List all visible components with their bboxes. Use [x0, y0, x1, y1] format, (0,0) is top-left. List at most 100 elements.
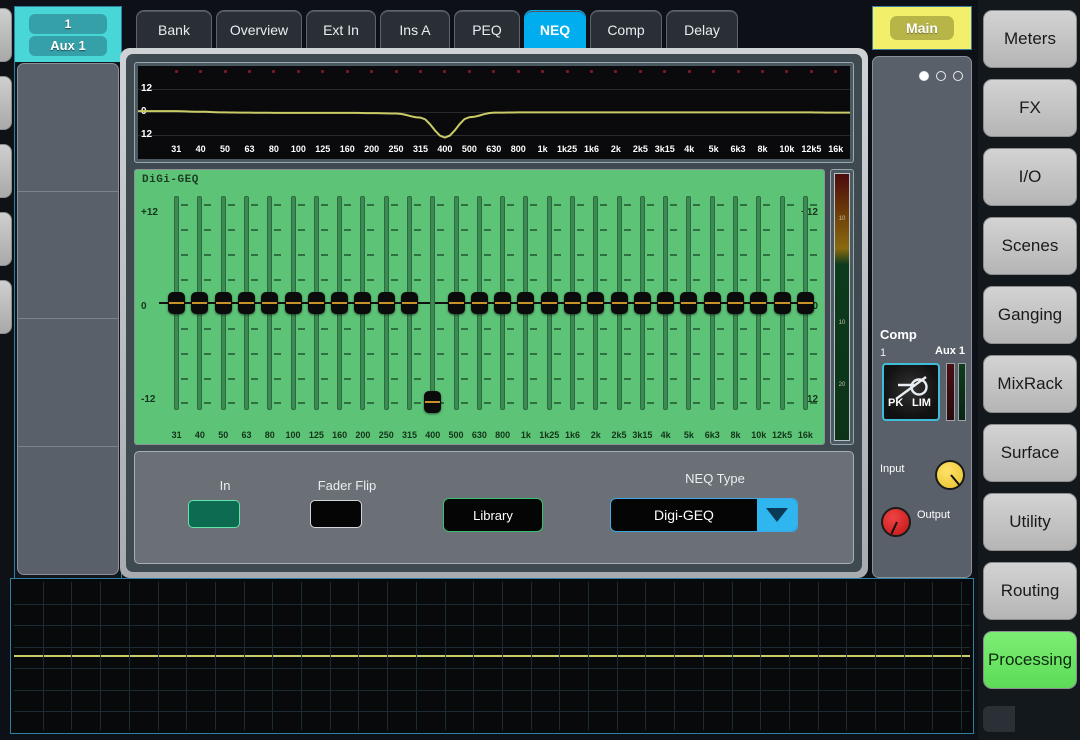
- geq-fader-cap-6k3[interactable]: [703, 292, 721, 315]
- eq-band-dot-100[interactable]: [296, 70, 300, 73]
- eq-band-dot-31[interactable]: [174, 70, 178, 73]
- geq-fader-cap-63[interactable]: [238, 292, 255, 315]
- geq-fader-cap-800[interactable]: [494, 292, 512, 315]
- geq-fader-200[interactable]: [354, 196, 375, 411]
- sidebar-item-utility[interactable]: Utility: [983, 493, 1077, 551]
- sidebar-item-meters[interactable]: Meters: [983, 10, 1077, 68]
- geq-fader-8k[interactable]: [727, 196, 747, 411]
- eq-band-dot-6k3[interactable]: [736, 70, 740, 73]
- geq-fader-4k[interactable]: [657, 196, 678, 411]
- eq-band-dot-125[interactable]: [321, 70, 325, 73]
- eq-band-dot-8k[interactable]: [761, 70, 764, 73]
- geq-fader-10k[interactable]: [750, 196, 771, 411]
- channel-section-4[interactable]: [18, 447, 118, 575]
- eq-band-dot-1k[interactable]: [541, 70, 545, 73]
- geq-fader-1k25[interactable]: [540, 196, 561, 411]
- geq-fader-cap-160[interactable]: [331, 292, 349, 315]
- geq-fader-cap-315[interactable]: [401, 292, 418, 315]
- eq-band-dot-12k5[interactable]: [809, 70, 813, 73]
- geq-fader-cap-1k[interactable]: [517, 292, 535, 315]
- sidebar-item-ganging[interactable]: Ganging: [983, 286, 1077, 344]
- geq-fader-31[interactable]: [168, 196, 189, 411]
- geq-fader-315[interactable]: [401, 196, 421, 411]
- geq-fader-cap-2k5[interactable]: [610, 292, 628, 315]
- geq-fader-cap-100[interactable]: [284, 292, 302, 315]
- in-button[interactable]: [188, 500, 240, 528]
- channel-strip-body[interactable]: [17, 63, 119, 575]
- eq-response-plot[interactable]: 12 0 12 31 40 50 63 80 100 125 160 200 250 315 400 5…: [138, 66, 850, 160]
- geq-fader-cap-4k[interactable]: [657, 292, 675, 315]
- tab-overview[interactable]: Overview: [216, 10, 302, 48]
- eq-response-display[interactable]: 12 0 12 31 40 50 63 80 100 125 160 200 250 315 400 5…: [134, 62, 854, 164]
- geq-fader-800[interactable]: [494, 196, 515, 411]
- eq-band-dot-500[interactable]: [467, 70, 471, 73]
- geq-fader-cap-8k[interactable]: [727, 292, 744, 315]
- sidebar-item-routing[interactable]: Routing: [983, 562, 1077, 620]
- channel-section-1[interactable]: [18, 64, 118, 192]
- sidebar-stub[interactable]: [983, 706, 1015, 732]
- sidebar-item-surface[interactable]: Surface: [983, 424, 1077, 482]
- geq-fader-cap-80[interactable]: [261, 292, 279, 315]
- eq-band-dot-200[interactable]: [370, 70, 374, 73]
- eq-band-dot-800[interactable]: [516, 70, 520, 73]
- geq-fader-80[interactable]: [261, 196, 282, 411]
- fader-flip-button[interactable]: [310, 500, 362, 528]
- comp-input-knob[interactable]: [935, 460, 965, 490]
- geq-fader-250[interactable]: [377, 196, 398, 411]
- channel-header[interactable]: 1 Aux 1: [15, 7, 121, 62]
- geq-fader-cap-125[interactable]: [307, 292, 325, 315]
- tab-delay[interactable]: Delay: [666, 10, 738, 48]
- edge-button-3[interactable]: [0, 144, 12, 198]
- neq-type-dropdown[interactable]: Digi-GEQ: [610, 498, 798, 532]
- library-button[interactable]: Library: [443, 498, 543, 532]
- page-dot-3[interactable]: [953, 71, 963, 81]
- geq-fader-cap-400[interactable]: [424, 391, 442, 414]
- tab-peq[interactable]: PEQ: [454, 10, 520, 48]
- geq-fader-500[interactable]: [447, 196, 468, 411]
- geq-fader-50[interactable]: [214, 196, 235, 411]
- page-dot-1[interactable]: [919, 71, 929, 81]
- edge-button-5[interactable]: [0, 280, 12, 334]
- geq-fader-630[interactable]: [470, 196, 491, 411]
- tab-ins-a[interactable]: Ins A: [380, 10, 450, 48]
- geq-fader-5k[interactable]: [680, 196, 701, 411]
- geq-fader-1k6[interactable]: [564, 196, 584, 411]
- eq-band-dot-1k25[interactable]: [565, 70, 569, 73]
- eq-band-dot-40[interactable]: [199, 70, 203, 73]
- geq-fader-125[interactable]: [307, 196, 328, 411]
- sidebar-item-processing[interactable]: Processing: [983, 631, 1077, 689]
- geq-fader-160[interactable]: [331, 196, 352, 411]
- eq-band-dot-250[interactable]: [394, 70, 398, 73]
- tab-neq[interactable]: NEQ: [524, 10, 586, 48]
- geq-fader-cap-500[interactable]: [447, 292, 465, 315]
- edge-button-1[interactable]: [0, 8, 12, 62]
- geq-fader-cap-250[interactable]: [377, 292, 395, 315]
- geq-fader-cap-12k5[interactable]: [773, 292, 791, 315]
- eq-band-dot-2k5[interactable]: [638, 70, 642, 73]
- tab-bank[interactable]: Bank: [136, 10, 212, 48]
- eq-band-dot-160[interactable]: [345, 70, 349, 73]
- geq-fader-cap-200[interactable]: [354, 292, 372, 315]
- geq-fader-12k5[interactable]: [773, 196, 794, 411]
- tab-ext-in[interactable]: Ext In: [306, 10, 376, 48]
- bottom-meter-panel[interactable]: [10, 578, 974, 734]
- geq-fader-cap-5k[interactable]: [680, 292, 698, 315]
- geq-fader-16k[interactable]: [796, 196, 817, 411]
- geq-fader-cap-50[interactable]: [214, 292, 232, 315]
- geq-fader-bank[interactable]: DiGi-GEQ 0 +12 -12 +12 0 -12 31 40 50 63 80 1…: [134, 169, 825, 445]
- geq-fader-63[interactable]: [238, 196, 258, 411]
- sidebar-item-scenes[interactable]: Scenes: [983, 217, 1077, 275]
- eq-band-dot-50[interactable]: [223, 70, 227, 73]
- geq-fader-6k3[interactable]: [703, 196, 724, 411]
- geq-fader-cap-40[interactable]: [191, 292, 209, 315]
- geq-fader-100[interactable]: [284, 196, 305, 411]
- tab-comp[interactable]: Comp: [590, 10, 662, 48]
- geq-fader-2k5[interactable]: [610, 196, 631, 411]
- geq-fader-cap-630[interactable]: [470, 292, 488, 315]
- eq-band-dot-3k15[interactable]: [663, 70, 667, 73]
- comp-output-knob[interactable]: [881, 507, 911, 537]
- geq-fader-cap-16k[interactable]: [796, 292, 814, 315]
- sidebar-item-i-o[interactable]: I/O: [983, 148, 1077, 206]
- sidebar-item-fx[interactable]: FX: [983, 79, 1077, 137]
- eq-band-dot-63[interactable]: [248, 70, 251, 73]
